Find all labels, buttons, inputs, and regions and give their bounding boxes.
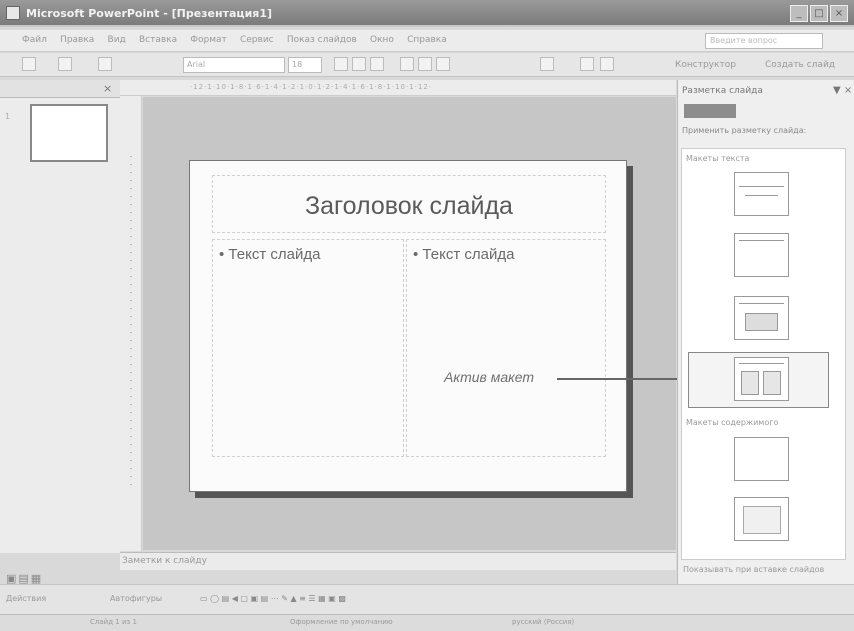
menu-slideshow[interactable]: Показ слайдов <box>282 30 362 45</box>
left-text-placeholder[interactable]: • Текст слайда <box>212 239 404 457</box>
left-bullet-text: • Текст слайда <box>219 246 321 263</box>
bullets-icon[interactable] <box>580 57 594 71</box>
document-title: [Презентация1] <box>171 7 273 20</box>
title-bar: Microsoft PowerPoint - [Презентация1] _ … <box>0 0 854 27</box>
autoshapes-menu[interactable]: Автофигуры <box>110 594 162 603</box>
drawing-toolbar: Действия Автофигуры ▭ ◯ ▤ ◀ ▢ ▣ ▤ ⋯ ✎ ▲ … <box>0 584 854 614</box>
notes-placeholder: Заметки к слайду <box>122 556 207 566</box>
task-pane-nav-buttons[interactable] <box>684 104 736 118</box>
app-title: Microsoft PowerPoint <box>26 7 160 20</box>
layout-title-slide[interactable] <box>734 172 789 216</box>
layout-title-text[interactable] <box>734 296 789 340</box>
minimize-button[interactable]: _ <box>790 5 808 22</box>
powerpoint-app-icon[interactable] <box>6 6 20 20</box>
new-slide-button[interactable]: Создать слайд <box>765 60 835 70</box>
layout-blank[interactable] <box>734 437 789 481</box>
font-color-icon[interactable] <box>600 57 614 71</box>
menu-window[interactable]: Окно <box>365 30 399 45</box>
slide[interactable]: Заголовок слайда • Текст слайда • Текст … <box>189 160 627 492</box>
underline-icon[interactable] <box>370 57 384 71</box>
show-on-insert-checkbox[interactable]: Показывать при вставке слайдов <box>683 565 824 574</box>
window-title: Microsoft PowerPoint - [Презентация1] <box>26 7 273 20</box>
apply-layout-label: Применить разметку слайда: <box>682 126 807 135</box>
menu-view[interactable]: Вид <box>103 30 131 45</box>
help-search-input[interactable]: Введите вопрос <box>705 33 823 49</box>
drawing-tool-icons[interactable]: ▭ ◯ ▤ ◀ ▢ ▣ ▤ ⋯ ✎ ▲ ≡ ☰ ▦ ▣ ▩ <box>200 594 346 603</box>
horizontal-ruler: ·12·1·10·1·8·1·6·1·4·1·2·1·0·1·2·1·4·1·6… <box>120 80 676 96</box>
notes-pane[interactable]: Заметки к слайду <box>120 552 676 570</box>
close-window-button[interactable]: × <box>830 5 848 22</box>
menu-file[interactable]: Файл <box>0 30 52 45</box>
slides-outline-tabs <box>0 80 120 98</box>
slide-count: Слайд 1 из 1 <box>90 618 137 626</box>
right-text-placeholder[interactable]: • Текст слайда <box>406 239 606 457</box>
layout-title-two-text[interactable] <box>734 357 789 401</box>
italic-icon[interactable] <box>352 57 366 71</box>
increase-font-icon[interactable] <box>540 57 554 71</box>
text-layouts-header: Макеты текста <box>686 154 750 163</box>
font-size-select[interactable]: 18 <box>288 57 322 73</box>
right-bullet-text: • Текст слайда <box>413 246 515 263</box>
layout-content[interactable] <box>734 497 789 541</box>
active-layout-callout: Актив макет <box>444 369 535 385</box>
content-layouts-header: Макеты содержимого <box>686 418 779 427</box>
save-icon[interactable] <box>22 57 36 71</box>
align-center-icon[interactable] <box>418 57 432 71</box>
actions-menu[interactable]: Действия <box>6 594 46 603</box>
slide-title-text: Заголовок слайда <box>305 192 513 220</box>
maximize-button[interactable]: □ <box>810 5 828 22</box>
font-name-select[interactable]: Arial <box>183 57 285 73</box>
close-panel-icon[interactable]: × <box>103 82 112 95</box>
align-left-icon[interactable] <box>400 57 414 71</box>
task-pane-title[interactable]: Разметка слайда <box>682 86 763 96</box>
layout-title-only[interactable] <box>734 233 789 277</box>
menu-tools[interactable]: Сервис <box>235 30 279 45</box>
bold-icon[interactable] <box>334 57 348 71</box>
menu-format[interactable]: Формат <box>185 30 232 45</box>
design-name: Оформление по умолчанию <box>290 618 393 626</box>
slide-thumbnail[interactable] <box>30 104 108 162</box>
slide-thumb-number: 1 <box>5 112 11 121</box>
menu-edit[interactable]: Правка <box>55 30 99 45</box>
status-bar: Слайд 1 из 1 Оформление по умолчанию рус… <box>0 614 854 631</box>
cut-icon[interactable] <box>58 57 72 71</box>
undo-icon[interactable] <box>98 57 112 71</box>
callout-pointer-line <box>557 378 688 380</box>
language: русский (Россия) <box>512 618 575 626</box>
menu-help[interactable]: Справка <box>402 30 452 45</box>
menu-insert[interactable]: Вставка <box>134 30 182 45</box>
slide-thumbnail-panel <box>0 98 120 553</box>
align-right-icon[interactable] <box>436 57 450 71</box>
vertical-ruler <box>120 96 142 551</box>
task-pane-close-icon[interactable]: ▼ × <box>833 85 852 96</box>
designer-button[interactable]: Конструктор <box>675 60 736 70</box>
title-placeholder[interactable]: Заголовок слайда <box>212 175 606 233</box>
